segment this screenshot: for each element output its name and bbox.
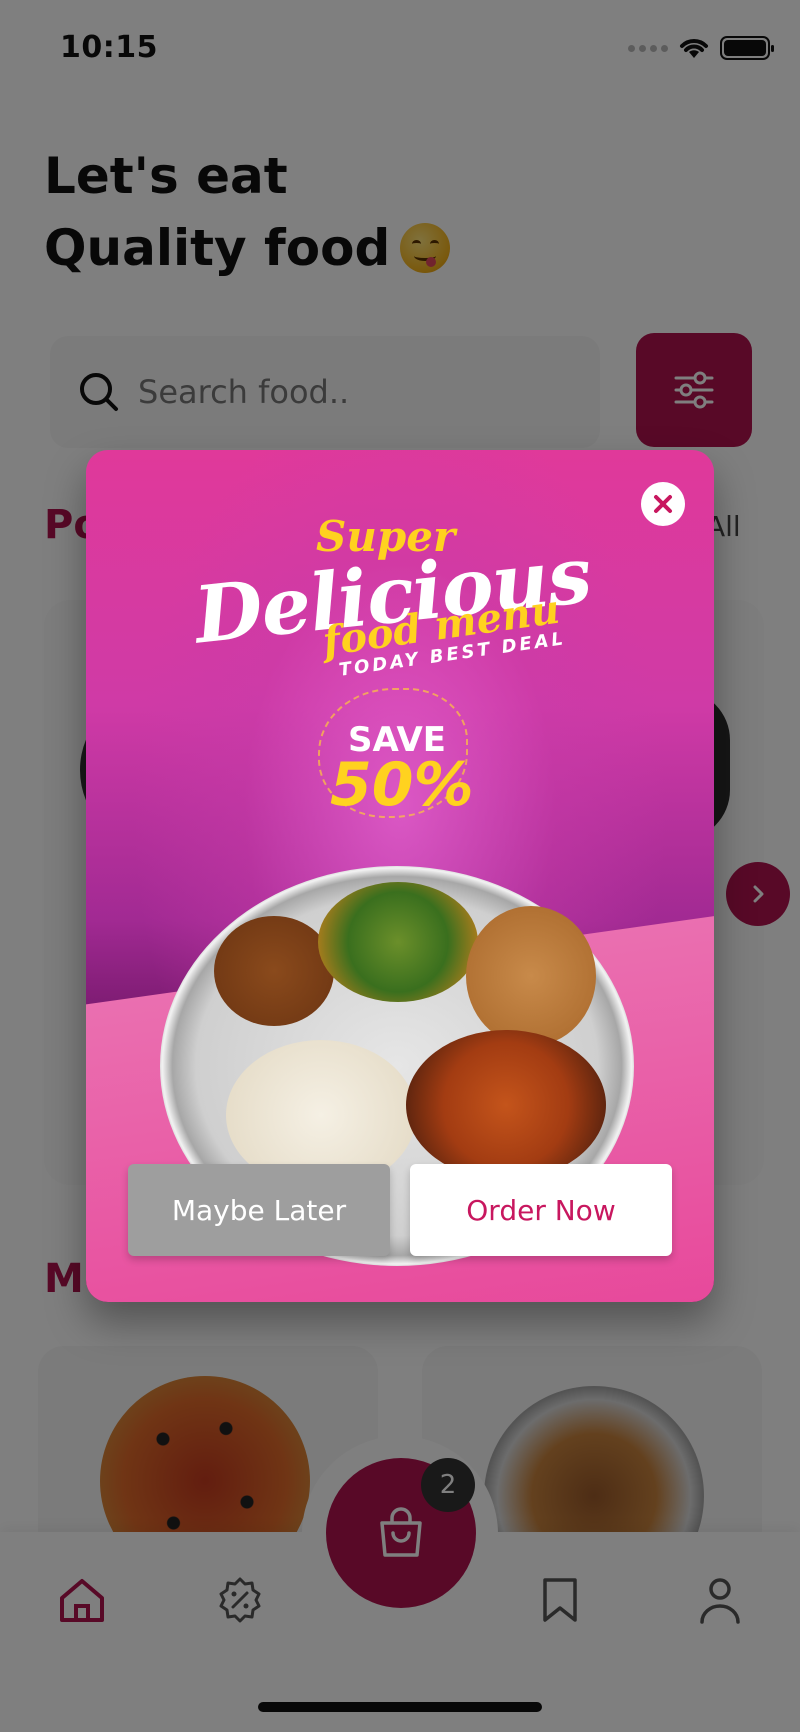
thali-curry (214, 916, 334, 1026)
order-now-button[interactable]: Order Now (410, 1164, 672, 1256)
thali-vegetables (318, 882, 478, 1002)
close-button[interactable] (641, 482, 685, 526)
promo-discount-percent: 50% (330, 750, 474, 820)
maybe-later-button[interactable]: Maybe Later (128, 1164, 390, 1256)
thali-dal (466, 906, 596, 1046)
promo-modal: Super Delicious food menu TODAY BEST DEA… (86, 450, 714, 1302)
thali-fried-dish (406, 1030, 606, 1180)
close-icon (654, 495, 672, 513)
